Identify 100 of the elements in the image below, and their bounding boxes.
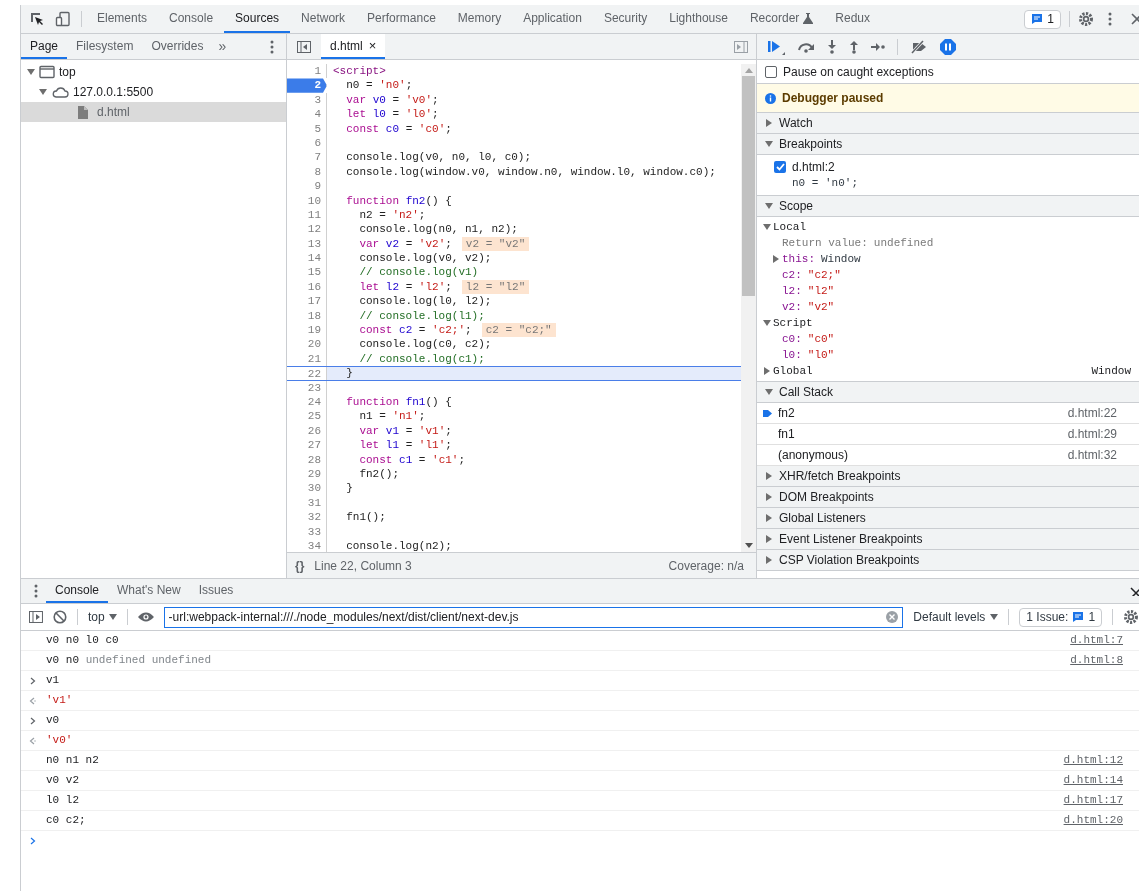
scope-variable[interactable]: v2: "v2" xyxy=(757,299,1139,315)
section-header[interactable]: Watch xyxy=(757,113,1139,134)
panel-tab[interactable]: Network xyxy=(290,5,357,33)
expand-triangle-icon[interactable] xyxy=(763,223,771,231)
scroll-down-icon[interactable] xyxy=(744,543,753,548)
prompt-icon[interactable] xyxy=(30,837,36,845)
step-over-icon[interactable] xyxy=(797,40,815,53)
toggle-navigator-icon[interactable] xyxy=(297,40,311,53)
close-drawer-icon[interactable] xyxy=(1130,586,1139,596)
section-header[interactable]: CSP Violation Breakpoints xyxy=(757,550,1139,571)
navigator-tab[interactable]: Filesystem xyxy=(67,34,143,59)
pause-on-exceptions-icon[interactable] xyxy=(940,38,956,55)
section-header[interactable]: XHR/fetch Breakpoints xyxy=(757,466,1139,487)
panel-tab[interactable]: Console xyxy=(158,5,225,33)
resume-icon[interactable] xyxy=(767,38,785,55)
levels-dropdown[interactable]: Default levels xyxy=(913,608,999,626)
pretty-print-button[interactable]: {} xyxy=(295,556,305,575)
collapse-triangle-icon[interactable] xyxy=(765,119,773,127)
panel-tab[interactable]: Redux xyxy=(824,5,881,33)
clear-filter-icon[interactable] xyxy=(886,611,899,623)
expand-triangle-icon[interactable] xyxy=(765,140,773,148)
expand-triangle-icon[interactable] xyxy=(765,202,773,210)
more-tabs-button[interactable]: » xyxy=(212,36,233,57)
drawer-tab[interactable]: Console xyxy=(46,579,109,603)
panel-tab[interactable]: Security xyxy=(592,5,659,33)
scope-variable[interactable]: c0: "c0" xyxy=(757,331,1139,347)
source-link[interactable]: d.html:7 xyxy=(1070,632,1123,649)
panel-tab[interactable]: Memory xyxy=(446,5,513,33)
expand-triangle-icon[interactable] xyxy=(765,388,773,396)
more-options-icon[interactable] xyxy=(270,39,274,54)
navigator-tab[interactable]: Page xyxy=(21,34,68,59)
tree-item[interactable]: 127.0.0.1:5500 xyxy=(21,82,286,102)
close-icon[interactable] xyxy=(1131,13,1139,25)
issues-counter[interactable]: 1 Issue: 1 xyxy=(1019,607,1103,627)
expand-triangle-icon[interactable] xyxy=(763,319,771,327)
collapse-triangle-icon[interactable] xyxy=(765,493,773,501)
scope-variable[interactable]: l2: "l2" xyxy=(757,283,1139,299)
section-header[interactable]: Breakpoints xyxy=(757,134,1139,155)
code-line: const c1 = 'c1'; xyxy=(358,452,466,467)
close-tab-button[interactable]: × xyxy=(368,35,377,56)
step-out-icon[interactable] xyxy=(849,39,859,54)
collapse-triangle-icon[interactable] xyxy=(763,367,771,375)
panel-tab[interactable]: Performance xyxy=(356,5,447,33)
scope-variable[interactable]: c2: "c2;" xyxy=(757,267,1139,283)
deactivate-breakpoints-icon[interactable] xyxy=(910,39,928,54)
scope-variable[interactable]: l0: "l0" xyxy=(757,347,1139,363)
expand-triangle-icon[interactable] xyxy=(39,88,47,96)
device-toolbar-icon[interactable] xyxy=(55,11,71,27)
call-frame[interactable]: fn1 d.html:29 xyxy=(757,424,1139,445)
tree-item[interactable]: top xyxy=(21,62,286,82)
collapse-triangle-icon[interactable] xyxy=(765,514,773,522)
source-link[interactable]: d.html:14 xyxy=(1063,772,1123,789)
step-icon[interactable] xyxy=(871,41,885,52)
panel-tab[interactable]: Recorder xyxy=(738,5,825,33)
filter-field[interactable]: -url:webpack-internal:///./node_modules/next/dist/client/next-dev.js xyxy=(163,606,904,628)
panel-tab[interactable]: Lighthouse xyxy=(658,5,739,33)
collapse-triangle-icon[interactable] xyxy=(772,255,780,263)
inspect-icon[interactable] xyxy=(29,11,45,27)
source-link[interactable]: d.html:8 xyxy=(1070,652,1123,669)
eye-icon[interactable] xyxy=(137,612,154,622)
source-link[interactable]: d.html:12 xyxy=(1063,752,1123,769)
context-selector[interactable]: top xyxy=(87,608,117,626)
section-header[interactable]: DOM Breakpoints xyxy=(757,487,1139,508)
more-options-icon[interactable] xyxy=(1108,12,1112,26)
scrollbar[interactable] xyxy=(741,64,756,552)
breakpoint-checkbox[interactable] xyxy=(774,161,786,173)
panel-tab[interactable]: Elements xyxy=(86,5,159,33)
panel-tab[interactable]: Application xyxy=(512,5,593,33)
section-header[interactable]: Call Stack xyxy=(757,382,1139,403)
scope-group[interactable]: Local xyxy=(757,219,1139,235)
sidebar-toggle-icon[interactable] xyxy=(29,611,43,623)
drawer-tab[interactable]: Issues xyxy=(189,579,243,603)
collapse-triangle-icon[interactable] xyxy=(765,472,773,480)
drawer-menu-icon[interactable] xyxy=(34,584,38,598)
step-into-icon[interactable] xyxy=(827,39,837,54)
source-link[interactable]: d.html:20 xyxy=(1063,812,1123,829)
section-header[interactable]: Event Listener Breakpoints xyxy=(757,529,1139,550)
file-tab[interactable]: d.html × xyxy=(321,34,386,59)
code-line: console.log(n0, n1, n2); xyxy=(358,222,518,237)
settings-icon[interactable] xyxy=(1078,11,1094,27)
collapse-triangle-icon[interactable] xyxy=(765,556,773,564)
clear-console-icon[interactable] xyxy=(52,610,67,624)
navigator-tab[interactable]: Overrides xyxy=(142,34,213,59)
drawer-tab[interactable]: What's New xyxy=(108,579,190,603)
line-number[interactable]: 2 xyxy=(287,78,327,93)
section-header[interactable]: Global Listeners xyxy=(757,508,1139,529)
call-frame[interactable]: fn2 d.html:22 xyxy=(757,403,1139,424)
code-line: let l0 = 'l0'; xyxy=(345,107,439,122)
scope-variable[interactable]: Return value: undefined xyxy=(757,235,1139,251)
source-link[interactable]: d.html:17 xyxy=(1063,792,1123,809)
settings-icon[interactable] xyxy=(1123,609,1139,625)
issues-button[interactable]: 1 xyxy=(1024,9,1061,29)
section-header[interactable]: Scope xyxy=(757,196,1139,217)
toggle-debugger-icon[interactable] xyxy=(734,40,748,53)
scope-group[interactable]: Global Window xyxy=(757,363,1139,379)
scope-group[interactable]: Script xyxy=(757,315,1139,331)
collapse-triangle-icon[interactable] xyxy=(765,535,773,543)
tree-item[interactable]: d.html xyxy=(21,102,286,122)
expand-triangle-icon[interactable] xyxy=(27,68,35,76)
scope-variable[interactable]: this: Window xyxy=(757,251,1139,267)
